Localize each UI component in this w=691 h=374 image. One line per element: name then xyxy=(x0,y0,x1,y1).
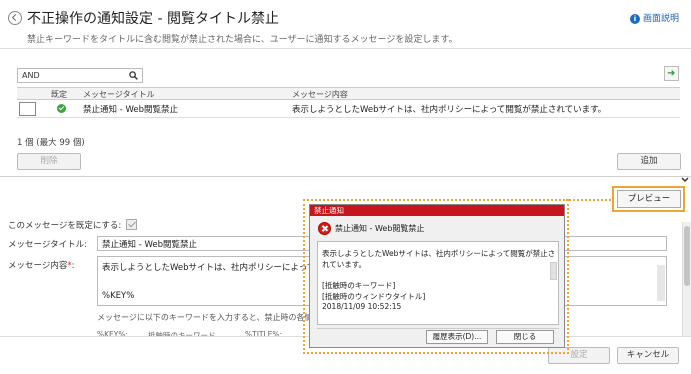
add-button[interactable]: 追加 xyxy=(617,153,681,170)
content-line: %KEY% xyxy=(102,291,135,301)
preview-dialog: 禁止通知 禁止通知 - Web閲覧禁止 表示しようとしたWebサイトは、社内ポリ… xyxy=(309,204,565,348)
page-header: 不正操作の通知設定 - 閲覧タイトル禁止 禁止キーワードをタイトルに含む閲覧が禁… xyxy=(0,0,691,48)
search-icon[interactable] xyxy=(129,71,138,80)
dialog-message-box: 表示しようとしたWebサイトは、社内ポリシーによって閲覧が禁止さ れています。 … xyxy=(317,241,559,325)
title-value: 禁止通知 - Web閲覧禁止 xyxy=(102,240,198,250)
row-checkbox[interactable] xyxy=(19,102,36,116)
default-checkbox[interactable] xyxy=(126,219,137,230)
dialog-line: 表示しようとしたWebサイトは、社内ポリシーによって閲覧が禁止さ xyxy=(322,249,556,258)
column-default[interactable]: 既定 xyxy=(51,89,67,100)
default-check-icon xyxy=(57,104,66,113)
scroll-thumb[interactable] xyxy=(684,226,690,286)
search-input[interactable] xyxy=(22,70,122,81)
help-link[interactable]: i 画面説明 xyxy=(629,11,679,24)
help-label: 画面説明 xyxy=(642,14,679,24)
content-label: メッセージ内容*: xyxy=(8,261,75,271)
page-subtitle: 禁止キーワードをタイトルに含む閲覧が禁止された場合に、ユーザーに通知するメッセー… xyxy=(27,35,458,45)
dialog-separator xyxy=(317,328,559,329)
message-list-panel: ➜ 既定 メッセージタイトル メッセージ内容 禁止通知 - Web閲覧禁止 表示… xyxy=(0,48,691,173)
search-box[interactable] xyxy=(17,68,143,83)
export-button[interactable]: ➜ xyxy=(664,66,679,81)
preview-button[interactable]: プレビュー xyxy=(617,190,681,208)
table-header: 既定 メッセージタイトル メッセージ内容 xyxy=(17,88,680,100)
dialog-titlebar: 禁止通知 xyxy=(310,205,564,216)
title-label: メッセージタイトル: xyxy=(8,240,88,250)
item-count: 1 個 (最大 99 個) xyxy=(17,138,85,148)
delete-button[interactable]: 削除 xyxy=(17,153,81,170)
export-icon: ➜ xyxy=(667,68,676,79)
dialog-line: 2018/11/09 10:52:15 xyxy=(322,302,402,311)
chevron-down-icon[interactable] xyxy=(681,177,689,183)
textarea-scrollbar[interactable] xyxy=(657,265,665,301)
default-label: このメッセージを既定にする: xyxy=(8,221,122,231)
back-icon[interactable] xyxy=(8,11,22,25)
table-row[interactable]: 禁止通知 - Web閲覧禁止 表示しようとしたWebサイトは、社内ポリシーによっ… xyxy=(17,100,680,118)
info-icon: i xyxy=(629,14,640,24)
column-title[interactable]: メッセージタイトル xyxy=(83,89,155,100)
cancel-button[interactable]: キャンセル xyxy=(617,347,679,364)
dialog-title: 禁止通知 xyxy=(314,206,344,215)
column-content[interactable]: メッセージ内容 xyxy=(292,89,348,100)
dialog-scrollbar[interactable] xyxy=(550,262,557,280)
row-content: 表示しようとしたWebサイトは、社内ポリシーによって閲覧が禁止されています。 xyxy=(292,105,607,115)
row-title: 禁止通知 - Web閲覧禁止 xyxy=(83,105,179,115)
message-table: 既定 メッセージタイトル メッセージ内容 禁止通知 - Web閲覧禁止 表示しよ… xyxy=(17,87,680,118)
close-button[interactable]: 閉じる xyxy=(496,330,554,344)
callout-connector xyxy=(566,199,614,201)
content-line: 表示しようとしたWebサイトは、社内ポリシーによって閲覧 xyxy=(102,263,333,273)
dialog-line: [抵触時のキーワード] xyxy=(322,281,396,290)
dialog-heading: 禁止通知 - Web閲覧禁止 xyxy=(335,224,425,233)
keyword-note: メッセージに以下のキーワードを入力すると、禁止時の各情報に xyxy=(97,313,329,322)
history-button[interactable]: 履歴表示(D)... xyxy=(426,330,488,344)
error-icon xyxy=(318,222,331,235)
dialog-line: れています。 xyxy=(322,260,367,269)
dialog-line: [抵触時のウィンドウタイトル] xyxy=(322,292,426,301)
panel-divider xyxy=(0,176,691,177)
page-title: 不正操作の通知設定 - 閲覧タイトル禁止 xyxy=(27,11,279,27)
